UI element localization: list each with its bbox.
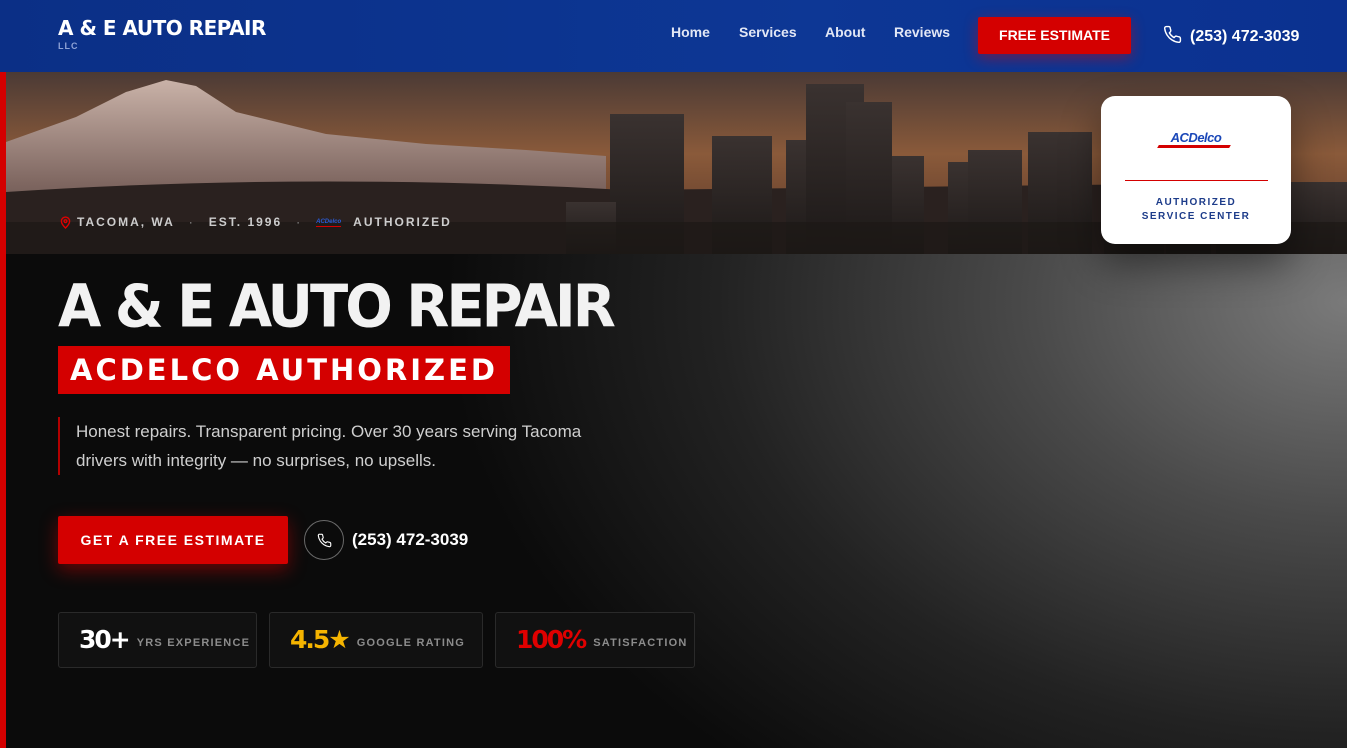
stat-google-rating: 4.5★ GOOGLE RATING <box>269 612 483 668</box>
free-estimate-button[interactable]: FREE ESTIMATE <box>978 17 1131 54</box>
badge-caption: AUTHORIZED SERVICE CENTER <box>1101 196 1291 224</box>
site-header: A & E AUTO REPAIR LLC Home Services Abou… <box>0 0 1347 72</box>
location-pin-icon <box>60 215 71 229</box>
stat-value: 4.5★ <box>290 625 351 654</box>
hero-phone-number[interactable]: (253) 472-3039 <box>352 530 468 550</box>
badge-divider <box>1125 180 1268 181</box>
header-phone-number: (253) 472-3039 <box>1190 28 1300 45</box>
brand-logo[interactable]: A & E AUTO REPAIR LLC <box>58 16 266 52</box>
phone-icon <box>317 533 332 548</box>
hero-title: A & E AUTO REPAIR <box>58 273 616 342</box>
stat-label: SATISFACTION <box>593 637 688 649</box>
hero-description: Honest repairs. Transparent pricing. Ove… <box>58 417 618 475</box>
stat-value: 30+ <box>79 625 131 654</box>
authorized-service-badge: ACDelco AUTHORIZED SERVICE CENTER <box>1101 96 1291 244</box>
acdelco-logo: ACDelco <box>1170 130 1222 145</box>
badge-line-authorized: AUTHORIZED <box>1155 197 1237 208</box>
nav-reviews[interactable]: Reviews <box>894 24 950 40</box>
stat-satisfaction: 100% SATISFACTION <box>495 612 695 668</box>
nav-home[interactable]: Home <box>671 24 710 40</box>
brand-subtitle: LLC <box>58 41 79 51</box>
stat-label: YRS EXPERIENCE <box>136 637 251 649</box>
tagline-authorized: AUTHORIZED <box>353 215 452 229</box>
stat-value: 100% <box>516 625 587 654</box>
badge-line-service-center: SERVICE CENTER <box>1141 211 1251 222</box>
stat-experience: 30+ YRS EXPERIENCE <box>58 612 257 668</box>
phone-icon <box>1163 25 1182 49</box>
tagline-separator: · <box>188 215 195 229</box>
acdelco-logo-swoosh <box>1157 145 1231 148</box>
acdelco-mini-logo: ACDelco <box>316 218 342 227</box>
accent-red-bar <box>0 72 6 748</box>
header-phone-link[interactable]: (253) 472-3039 <box>1163 25 1299 49</box>
nav-services[interactable]: Services <box>739 24 797 40</box>
nav-about[interactable]: About <box>825 24 865 40</box>
hero-subtitle-banner: ACDELCO AUTHORIZED <box>58 346 510 394</box>
tagline-established: EST. 1996 <box>208 215 283 229</box>
hero-tagline: TACOMA, WA · EST. 1996 · ACDelco AUTHORI… <box>60 215 452 229</box>
brand-name: A & E AUTO REPAIR <box>58 16 266 40</box>
tagline-separator: · <box>296 215 303 229</box>
hero-phone-button[interactable] <box>304 520 344 560</box>
tagline-location: TACOMA, WA <box>77 215 175 229</box>
stat-label: GOOGLE RATING <box>356 637 465 649</box>
get-free-estimate-button[interactable]: GET A FREE ESTIMATE <box>58 516 288 564</box>
